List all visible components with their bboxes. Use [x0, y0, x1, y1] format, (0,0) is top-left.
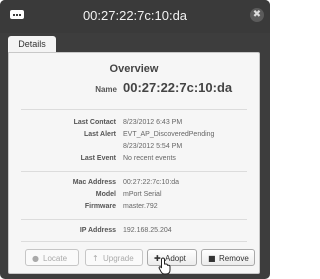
detail-value: 8/23/2012 6:43 PM — [123, 119, 183, 126]
detail-row-last-contact: Last Contact 8/23/2012 6:43 PM — [9, 119, 259, 131]
detail-value: master.792 — [123, 203, 158, 210]
divider — [21, 219, 247, 220]
name-label: Name — [95, 85, 117, 94]
dialog-title: 00:27:22:7c:10:da — [82, 8, 188, 23]
detail-label: Firmware — [84, 203, 116, 210]
detail-label: Last Alert — [83, 131, 116, 138]
name-row: Name 00:27:22:7c:10:da — [9, 80, 259, 100]
detail-row-mac-address: Mac Address 00:27:22:7c:10:da — [9, 179, 259, 191]
detail-label: Mac Address — [72, 179, 116, 186]
detail-row-last-alert: Last Alert EVT_AP_DiscoveredPending — [9, 131, 259, 143]
locate-button[interactable]: ● Locate — [25, 249, 79, 266]
button-label: Upgrade — [103, 254, 134, 263]
name-value: 00:27:22:7c:10:da — [123, 80, 233, 95]
detail-value: 8/23/2012 5:54 PM — [123, 143, 183, 150]
trash-icon: ■ — [208, 254, 216, 263]
detail-row-last-alert-time: 8/23/2012 5:54 PM — [9, 143, 259, 155]
detail-value: No recent events — [123, 155, 176, 162]
location-pin-icon: ● — [32, 254, 39, 263]
detail-label: IP Address — [79, 227, 116, 234]
detail-value: 192.168.25.204 — [123, 227, 172, 234]
hand-cursor-icon — [158, 257, 171, 275]
divider — [21, 171, 247, 172]
detail-row-ip-address: IP Address 192.168.25.204 — [9, 227, 259, 239]
remove-button[interactable]: ■ Remove — [201, 249, 255, 266]
close-icon[interactable]: ✖ — [250, 8, 264, 22]
button-label: Locate — [43, 254, 68, 263]
detail-value: mPort Serial — [123, 191, 162, 198]
tab-bar: Details — [0, 33, 270, 53]
tab-details[interactable]: Details — [8, 36, 56, 53]
detail-label: Model — [95, 191, 116, 198]
divider — [21, 241, 247, 242]
device-icon — [10, 10, 24, 19]
divider — [21, 109, 247, 110]
title-bar[interactable]: 00:27:22:7c:10:da ✖ — [0, 0, 270, 33]
upgrade-icon: ↑ — [92, 254, 99, 263]
detail-value: EVT_AP_DiscoveredPending — [123, 131, 215, 138]
detail-label: Last Event — [80, 155, 116, 162]
details-panel: Overview Name 00:27:22:7c:10:da Last Con… — [8, 52, 260, 274]
detail-row-model: Model mPort Serial — [9, 191, 259, 203]
detail-label: Last Contact — [73, 119, 116, 126]
upgrade-button[interactable]: ↑ Upgrade — [85, 249, 143, 266]
adopt-button[interactable]: ✚ Adopt — [147, 249, 197, 266]
device-details-dialog: 00:27:22:7c:10:da ✖ Details Overview Nam… — [0, 0, 270, 279]
detail-value: 00:27:22:7c:10:da — [123, 179, 180, 186]
detail-row-last-event: Last Event No recent events — [9, 155, 259, 167]
detail-row-firmware: Firmware master.792 — [9, 203, 259, 215]
button-label: Remove — [219, 254, 249, 263]
overview-heading: Overview — [109, 63, 159, 75]
